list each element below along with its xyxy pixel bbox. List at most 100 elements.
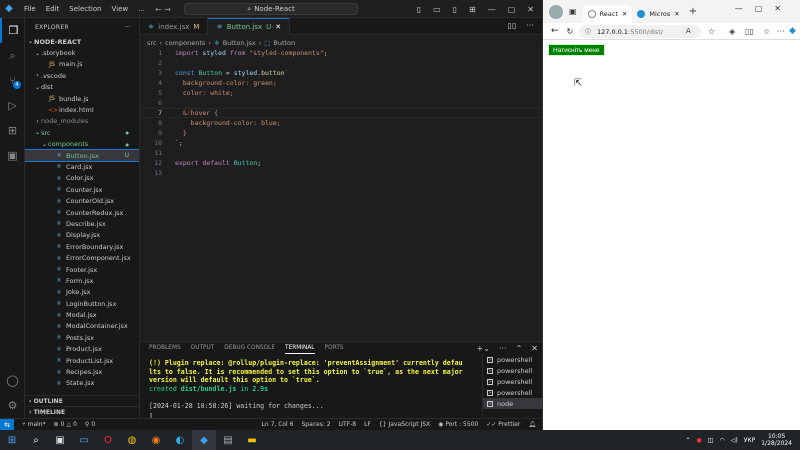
tree-file[interactable]: ⚛ Button.jsx U bbox=[25, 148, 139, 163]
chrome-icon[interactable]: ◍ bbox=[120, 430, 144, 450]
split-editor-icon[interactable]: ▯▯ bbox=[508, 21, 517, 30]
tree-file[interactable]: ⚛ ErrorComponent.jsx bbox=[25, 252, 139, 263]
terminal-instance[interactable]: > node bbox=[483, 398, 542, 409]
nav-arrows-icon[interactable]: ← → bbox=[155, 5, 171, 14]
close-button[interactable]: ✕ bbox=[527, 5, 534, 14]
language-mode[interactable]: {} JavaScript JSX bbox=[379, 421, 430, 428]
volume-icon[interactable]: ◁) bbox=[731, 437, 738, 444]
close-panel-icon[interactable]: ✕ bbox=[531, 344, 538, 353]
tree-file[interactable]: ⚛ State.jsx bbox=[25, 378, 139, 389]
ports-indicator[interactable]: ⚲ 0 bbox=[85, 421, 95, 428]
task-view-icon[interactable]: ▣ bbox=[48, 430, 72, 450]
tree-folder[interactable]: ⌄ src ● bbox=[25, 127, 139, 138]
tree-file[interactable]: ⚛ Display.jsx bbox=[25, 230, 139, 241]
refresh-icon[interactable]: ↻ bbox=[567, 27, 574, 36]
browser-tab-react[interactable]: React ✕ bbox=[582, 4, 633, 23]
tab-actions-icon[interactable]: ▣ bbox=[569, 7, 577, 16]
page-button[interactable]: Натисніть мене bbox=[548, 44, 605, 56]
code-line[interactable]: 13 bbox=[140, 168, 542, 178]
indentation[interactable]: Spaces: 2 bbox=[301, 421, 330, 428]
tree-file[interactable]: ⚛ CounterOld.jsx bbox=[25, 195, 139, 206]
close-icon[interactable]: ✕ bbox=[275, 23, 281, 31]
tab-output[interactable]: OUTPUT bbox=[191, 345, 215, 354]
timeline-section[interactable]: › TIMELINE bbox=[25, 406, 139, 417]
terminal-instance[interactable]: > powershell bbox=[483, 387, 542, 398]
prettier-status[interactable]: ✓✓ Prettier bbox=[486, 421, 520, 428]
read-aloud-icon[interactable]: A bbox=[686, 27, 691, 35]
sidebar-toggle-icon[interactable]: ▯ bbox=[453, 5, 457, 14]
split-screen-icon[interactable]: ▯▯ bbox=[745, 27, 754, 36]
code-line[interactable]: 11 bbox=[140, 148, 542, 158]
tree-folder[interactable]: › node_modules bbox=[25, 116, 139, 127]
tree-file[interactable]: ⚛ Recipes.jsx bbox=[25, 366, 139, 377]
tree-file[interactable]: ⚛ Joke.jsx bbox=[25, 287, 139, 298]
code-line[interactable]: 2 bbox=[140, 58, 542, 68]
maximize-button[interactable]: ▢ bbox=[508, 5, 516, 14]
tab-index-jsx[interactable]: ⚛ index.jsx M bbox=[140, 18, 209, 35]
maximize-panel-icon[interactable]: ⌃ bbox=[516, 344, 523, 353]
tree-file[interactable]: ⚛ ModalContainer.jsx bbox=[25, 321, 139, 332]
terminal-icon[interactable]: ▤ bbox=[216, 430, 240, 450]
tree-folder[interactable]: ⌄ dist bbox=[25, 82, 139, 93]
menu-selection[interactable]: Selection bbox=[69, 5, 101, 13]
code-editor[interactable]: 1 import styled from "styled-components";… bbox=[140, 48, 542, 338]
extensions-icon[interactable]: ⊞ bbox=[0, 118, 25, 143]
new-tab-icon[interactable]: + bbox=[689, 6, 697, 17]
more-actions-icon[interactable]: ··· bbox=[124, 24, 131, 31]
tree-folder[interactable]: ⌄ components ● bbox=[25, 139, 139, 150]
notifications-bell-icon[interactable]: 🔔︎ bbox=[528, 421, 536, 428]
close-icon[interactable]: ✕ bbox=[674, 10, 679, 18]
tree-folder[interactable]: › .vscode bbox=[25, 70, 139, 81]
folder-icon[interactable]: ▬ bbox=[240, 430, 264, 450]
run-debug-icon[interactable]: ▷ bbox=[0, 93, 25, 118]
code-line[interactable]: 8 background-color: blue; bbox=[140, 118, 542, 128]
edge-icon[interactable]: ◐ bbox=[168, 430, 192, 450]
tree-file[interactable]: ⚛ ErrorBoundary.jsx bbox=[25, 241, 139, 252]
address-bar[interactable]: ⓘ 127.0.0.1:5500/dist/ bbox=[579, 25, 701, 38]
favorites-icon[interactable]: ☆ bbox=[763, 27, 770, 36]
layout-icon[interactable]: ▯ bbox=[417, 5, 421, 14]
more-actions-icon[interactable]: ··· bbox=[526, 21, 534, 30]
tree-file[interactable]: ⚛ Color.jsx bbox=[25, 173, 139, 184]
back-arrow-icon[interactable]: ← bbox=[551, 26, 559, 36]
code-line[interactable]: 1 import styled from "styled-components"; bbox=[140, 48, 542, 58]
code-line[interactable]: 10 `; bbox=[140, 138, 542, 148]
code-line[interactable]: 7 &:hover { bbox=[140, 108, 542, 118]
account-icon[interactable]: ◯ bbox=[0, 368, 25, 393]
minimize-button[interactable]: — bbox=[488, 5, 496, 14]
tree-file[interactable]: ⚛ CounterRedux.jsx bbox=[25, 207, 139, 218]
remote-explorer-icon[interactable]: ▣ bbox=[0, 143, 25, 168]
panel-toggle-icon[interactable]: ▭ bbox=[433, 5, 441, 14]
terminal-instance[interactable]: > powershell bbox=[483, 354, 542, 365]
new-terminal-icon[interactable]: +⌄ bbox=[477, 344, 490, 353]
close-icon[interactable]: ✕ bbox=[622, 10, 627, 18]
source-control-icon[interactable]: ⑂ 4 bbox=[0, 68, 25, 93]
tree-file[interactable]: ⚛ ProductList.jsx bbox=[25, 355, 139, 366]
clock[interactable]: 10:05 1/28/2024 bbox=[761, 433, 792, 447]
breadcrumb-symbol[interactable]: Button bbox=[273, 39, 295, 47]
tab-ports[interactable]: PORTS bbox=[325, 345, 344, 354]
tree-file[interactable]: JS main.js bbox=[25, 59, 139, 70]
tree-file[interactable]: ⚛ LoginButton.jsx bbox=[25, 298, 139, 309]
search-icon[interactable]: ⌕ bbox=[24, 430, 48, 450]
tree-file[interactable]: ⚛ Form.jsx bbox=[25, 275, 139, 286]
line-ending[interactable]: LF bbox=[364, 421, 371, 428]
menu-edit[interactable]: Edit bbox=[46, 5, 60, 13]
more-menu-icon[interactable]: ··· bbox=[777, 27, 785, 36]
opera-icon[interactable]: O bbox=[96, 430, 120, 450]
layout-customize-icon[interactable]: ⊞ bbox=[469, 5, 476, 14]
tree-file[interactable]: JS bundle.js bbox=[25, 93, 139, 104]
code-line[interactable]: 6 bbox=[140, 98, 542, 108]
remote-indicator-icon[interactable]: ⇆ bbox=[0, 418, 14, 431]
tree-folder[interactable]: ⌄ .storybook bbox=[25, 47, 139, 58]
breadcrumb-components[interactable]: components bbox=[165, 39, 205, 47]
breadcrumb-src[interactable]: src bbox=[147, 39, 157, 47]
live-server-port[interactable]: ◉ Port : 5500 bbox=[438, 421, 478, 428]
search-icon[interactable]: ⌕ bbox=[0, 43, 25, 68]
code-line[interactable]: 5 color: white; bbox=[140, 88, 542, 98]
file-manager-icon[interactable]: ▭ bbox=[72, 430, 96, 450]
firefox-icon[interactable]: ◉ bbox=[144, 430, 168, 450]
tree-file[interactable]: ⚛ Modal.jsx bbox=[25, 309, 139, 320]
chevron-up-icon[interactable]: ⌃ bbox=[686, 437, 691, 444]
tree-file[interactable]: <> index.html bbox=[25, 104, 139, 115]
